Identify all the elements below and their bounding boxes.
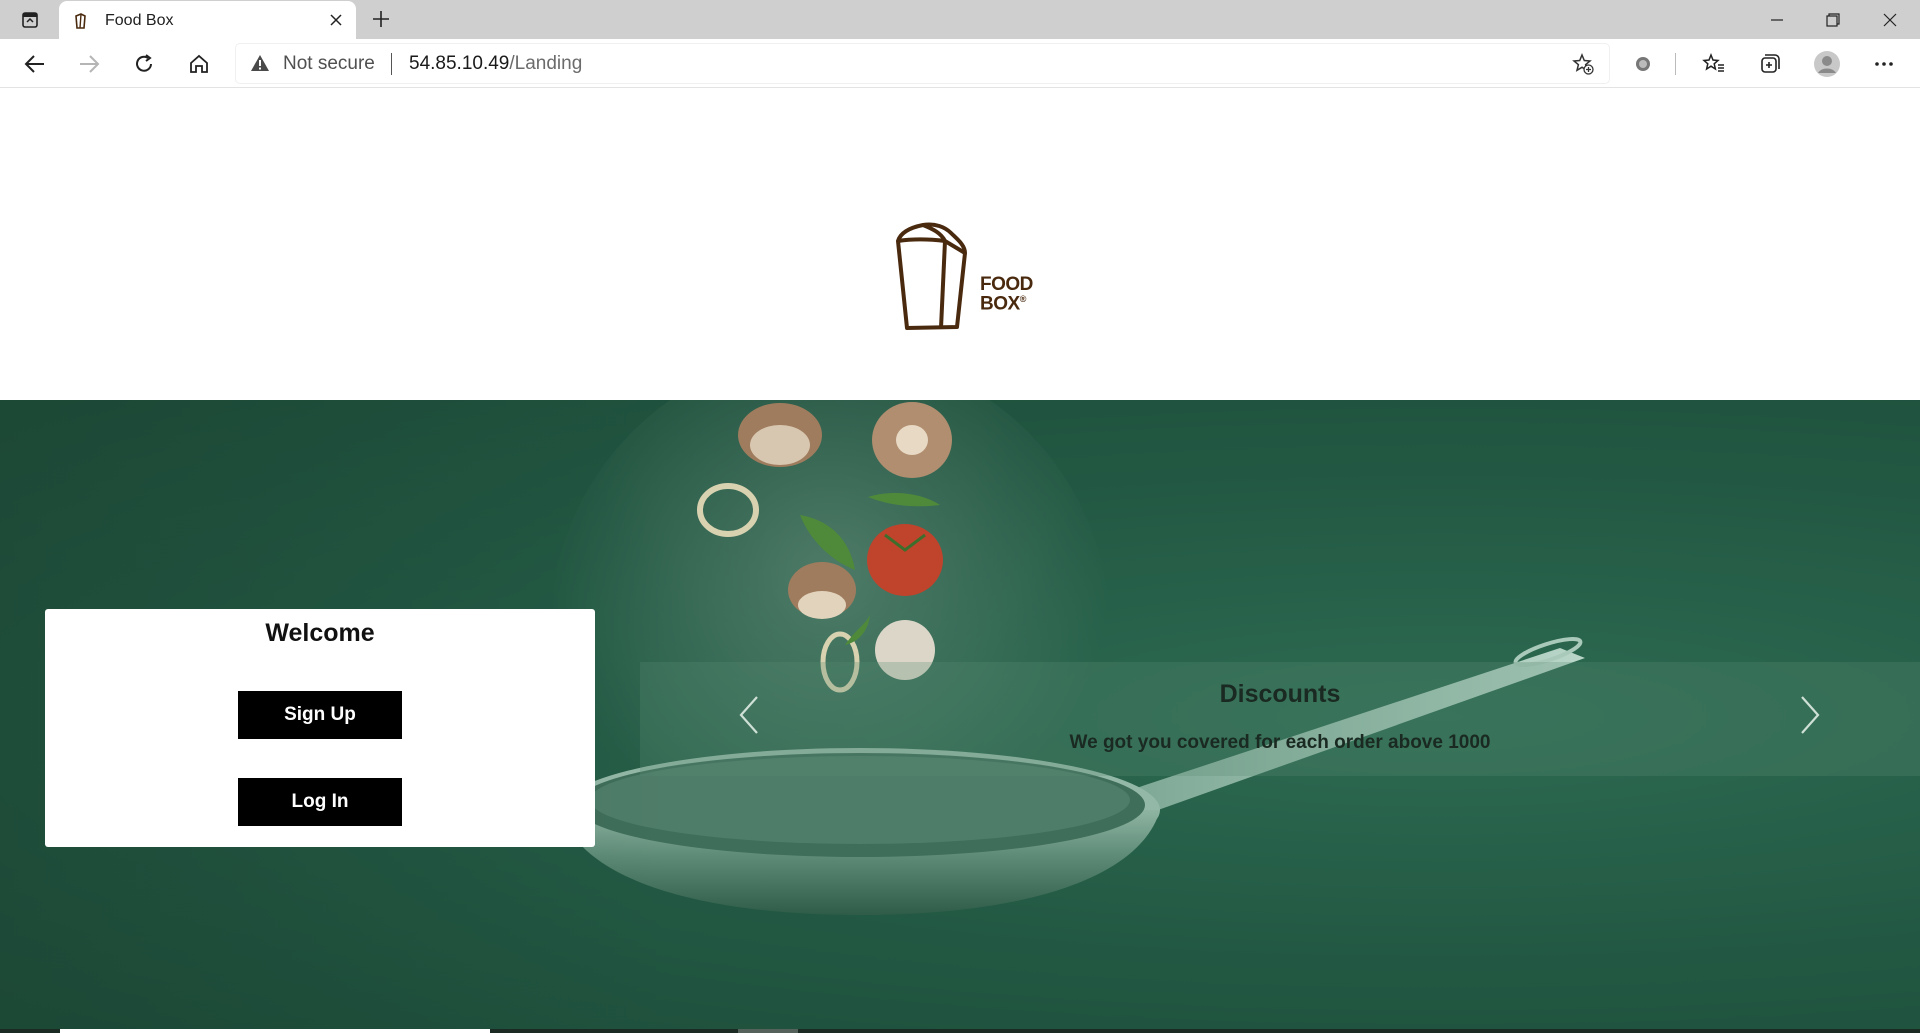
carousel-indicator-2[interactable]	[738, 1029, 798, 1033]
url-host: 54.85.10.49	[409, 53, 510, 74]
address-bar[interactable]: Not secure 54.85.10.49/Landing	[236, 44, 1609, 83]
carousel-indicator-1[interactable]	[60, 1029, 490, 1033]
warning-icon[interactable]	[250, 54, 270, 72]
hero-carousel: Discounts We got you covered for each or…	[0, 400, 1920, 1033]
add-favorite-icon[interactable]	[1571, 52, 1595, 76]
restore-icon[interactable]	[1805, 0, 1861, 39]
welcome-title: Welcome	[265, 619, 375, 647]
address-separator	[391, 53, 392, 75]
minimize-icon[interactable]	[1749, 0, 1805, 39]
forward-icon[interactable]	[71, 47, 107, 81]
sign-up-button[interactable]: Sign Up	[238, 691, 402, 739]
url-path: /Landing	[509, 53, 583, 74]
tab-title: Food Box	[105, 12, 174, 29]
url-text[interactable]: 54.85.10.49/Landing	[409, 53, 582, 75]
favorites-icon[interactable]	[1696, 47, 1732, 81]
close-window-icon[interactable]	[1862, 0, 1918, 39]
landing-page: FOOD BOX® Discounts We got you covered f…	[0, 89, 1920, 1033]
logo-registered-mark: ®	[1019, 294, 1027, 304]
tab-bar: Food Box	[0, 0, 1920, 39]
extension-icon[interactable]	[1625, 47, 1661, 81]
profile-avatar-icon[interactable]	[1809, 47, 1845, 81]
carousel-next-button[interactable]	[1790, 685, 1830, 745]
foodbox-box-icon	[896, 222, 967, 330]
caption-title: Discounts	[1219, 680, 1341, 708]
refresh-icon[interactable]	[126, 47, 162, 81]
logo-line-food: FOOD	[980, 274, 1033, 295]
carousel-prev-button[interactable]	[729, 685, 769, 745]
more-options-icon[interactable]	[1866, 47, 1902, 81]
browser-toolbar: Not secure 54.85.10.49/Landing	[0, 39, 1920, 88]
caption-text: We got you covered for each order above …	[1069, 732, 1491, 753]
back-icon[interactable]	[17, 47, 53, 81]
carousel-indicators	[0, 1029, 1920, 1033]
log-in-button[interactable]: Log In	[238, 778, 402, 826]
welcome-card: Welcome Sign Up Log In	[45, 609, 595, 847]
logo-line-box: BOX	[980, 293, 1020, 315]
foodbox-favicon-icon	[75, 13, 86, 29]
logo-wordmark: FOOD BOX®	[980, 274, 1033, 315]
carousel-caption: Discounts We got you covered for each or…	[640, 662, 1920, 776]
security-label[interactable]: Not secure	[283, 53, 375, 75]
toolbar-separator	[1675, 53, 1676, 75]
chevron-right-icon	[1801, 696, 1820, 734]
collections-icon[interactable]	[1752, 47, 1788, 81]
new-tab-icon[interactable]	[368, 6, 394, 32]
chevron-left-icon	[739, 696, 758, 734]
foodbox-logo[interactable]: FOOD BOX®	[893, 219, 1033, 339]
browser-tab[interactable]: Food Box	[59, 1, 356, 39]
close-tab-icon[interactable]	[326, 10, 346, 30]
home-icon[interactable]	[181, 47, 217, 81]
tab-actions-icon[interactable]	[14, 8, 46, 32]
